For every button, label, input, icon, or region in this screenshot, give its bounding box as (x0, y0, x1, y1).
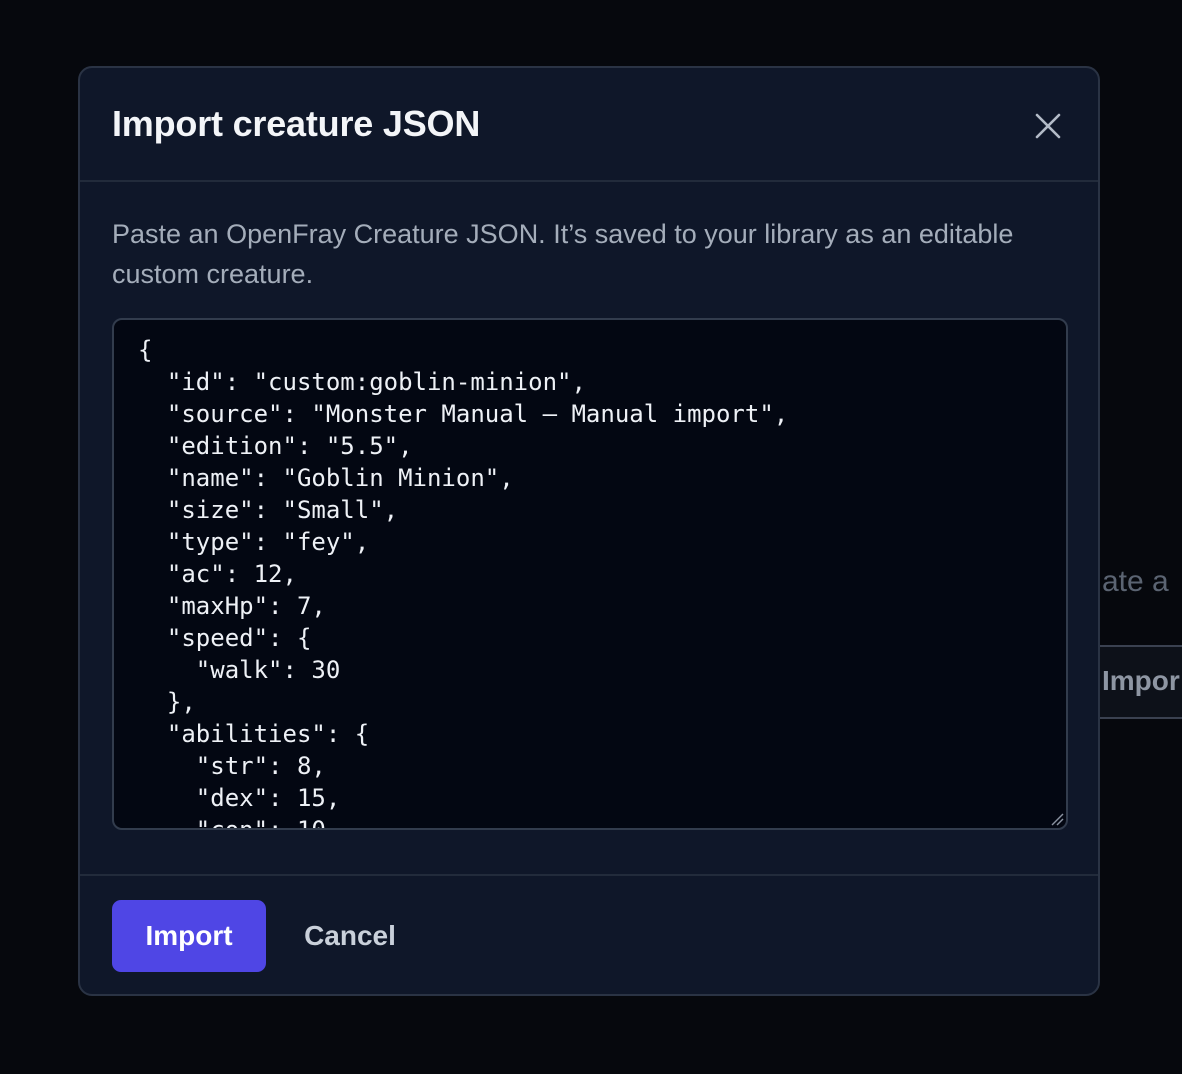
dialog-footer: Import Cancel (80, 874, 1098, 994)
creature-json-content: { "id": "custom:goblin-minion", "source"… (138, 336, 789, 830)
resize-handle-icon[interactable] (1050, 812, 1064, 826)
close-button[interactable] (1030, 108, 1066, 144)
import-button[interactable]: Import (112, 900, 266, 972)
background-page-text: ate a (1102, 565, 1169, 598)
close-icon (1035, 113, 1061, 139)
background-import-button: Impor (1100, 645, 1182, 719)
creature-json-textarea[interactable]: { "id": "custom:goblin-minion", "source"… (112, 318, 1068, 830)
background-import-button-label: Impor (1102, 665, 1180, 696)
app-backdrop: ate a Impor Import creature JSON Paste a… (0, 0, 1182, 1074)
dialog-header: Import creature JSON (80, 68, 1098, 182)
dialog-body: Paste an OpenFray Creature JSON. It’s sa… (80, 182, 1098, 874)
dialog-title: Import creature JSON (112, 103, 481, 144)
import-creature-dialog: Import creature JSON Paste an OpenFray C… (78, 66, 1100, 996)
cancel-button[interactable]: Cancel (290, 900, 410, 972)
dialog-description: Paste an OpenFray Creature JSON. It’s sa… (112, 219, 1014, 289)
